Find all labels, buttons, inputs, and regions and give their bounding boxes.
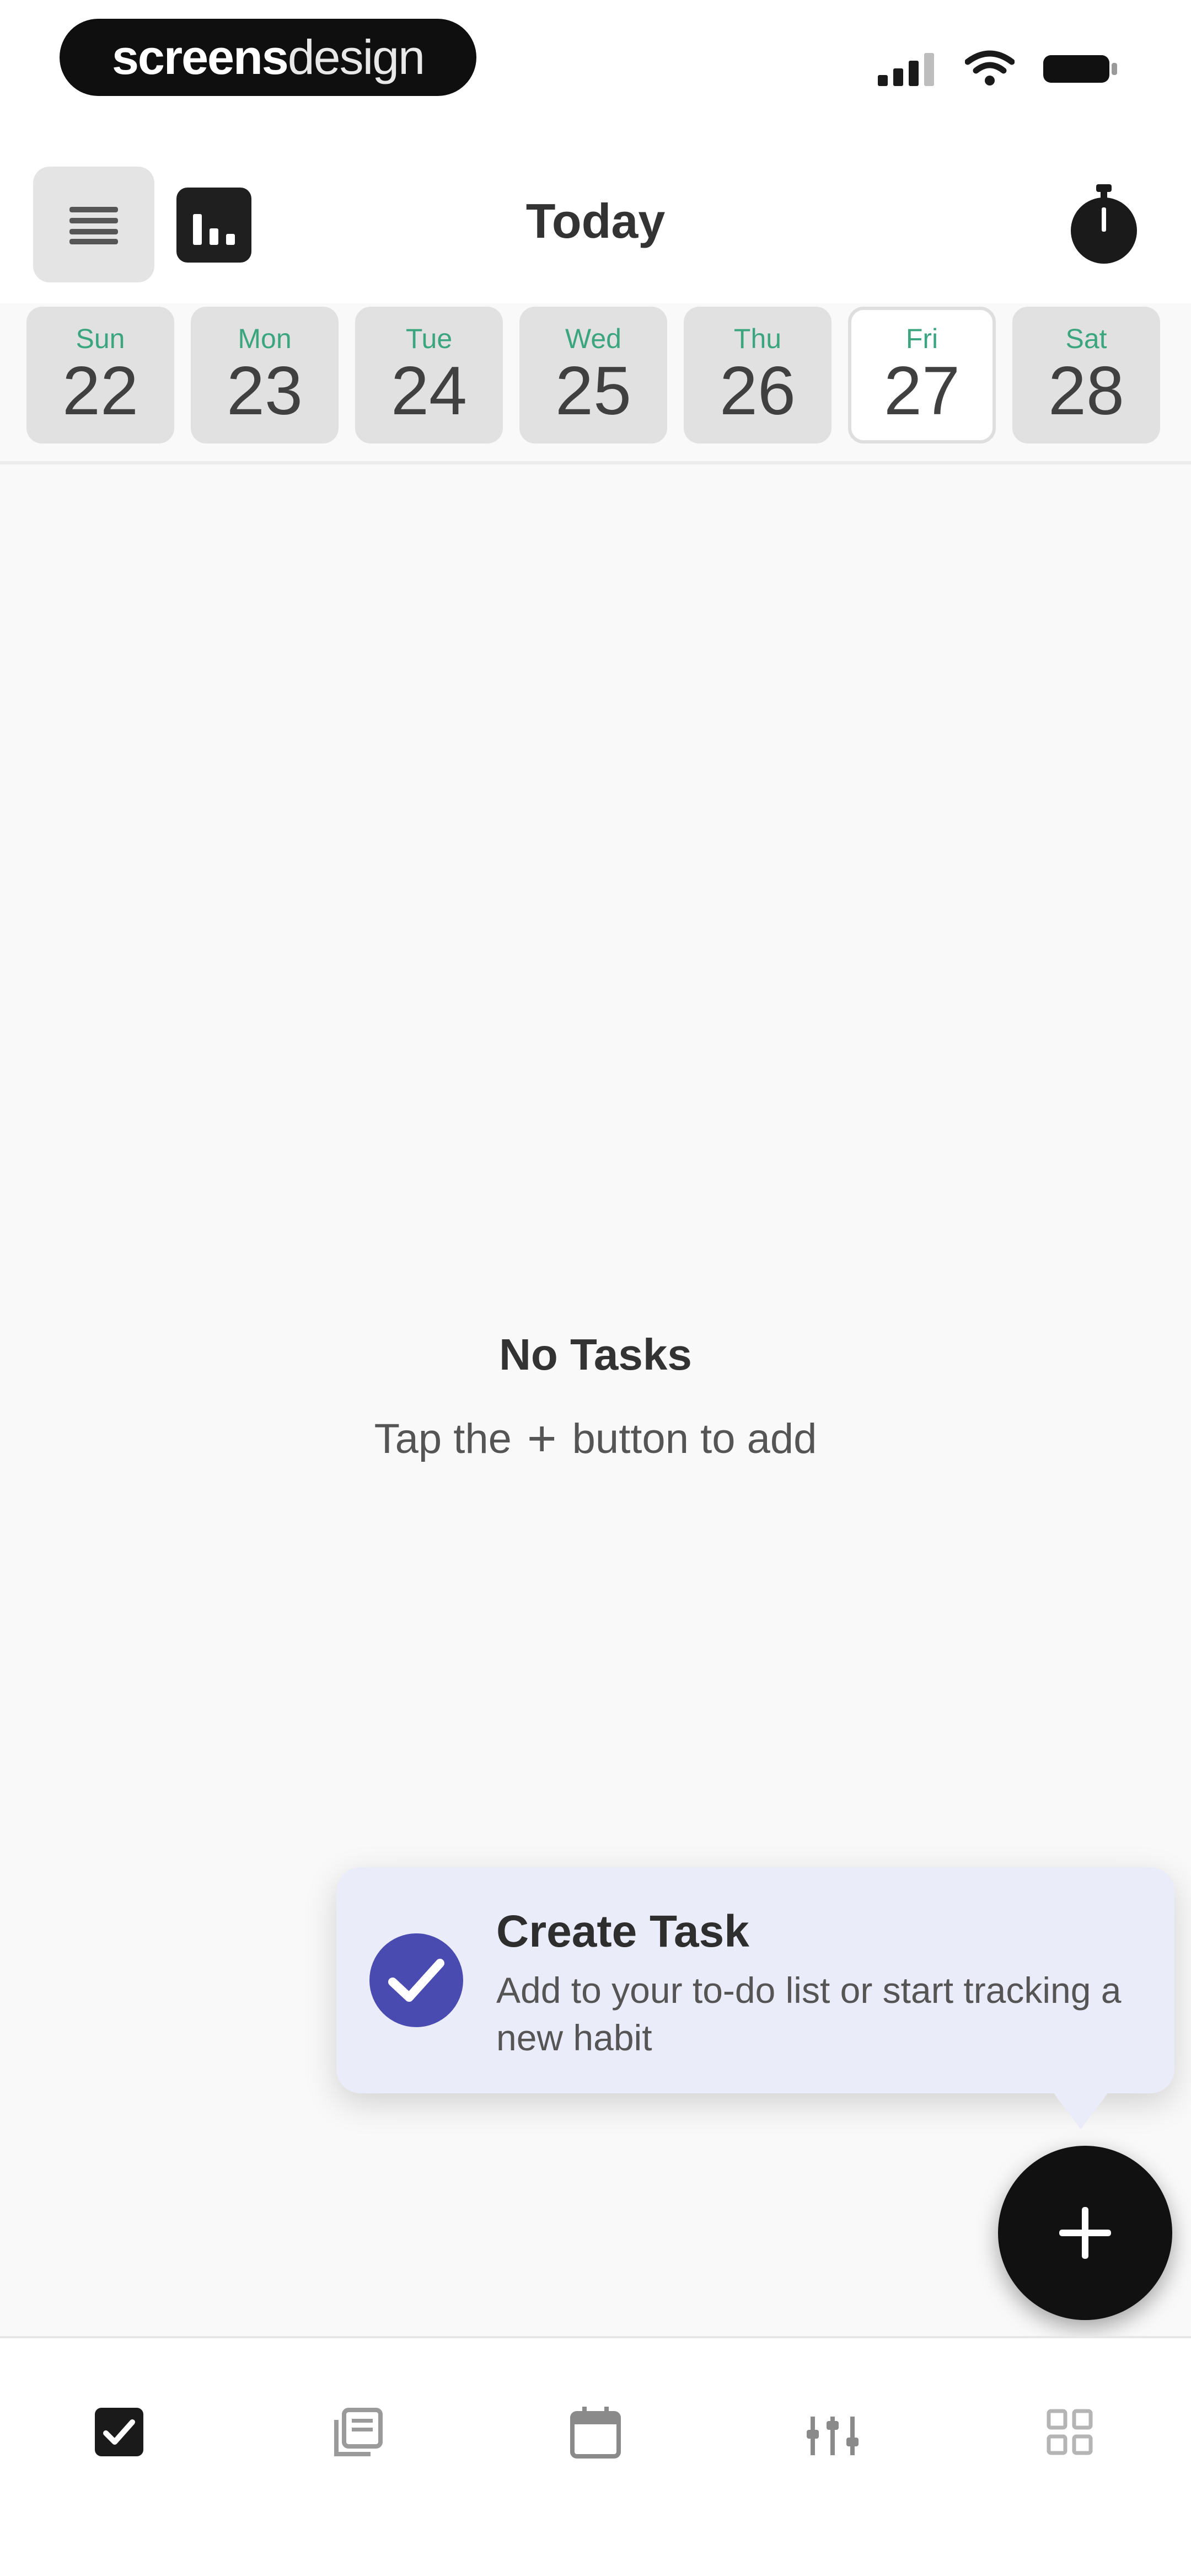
day-name: Mon [238,323,292,354]
tooltip-description: Add to your to-do list or start tracking… [496,1970,1122,2058]
wifi-icon [965,50,1015,85]
day-number: 24 [391,353,467,429]
day-thu[interactable]: Thu 26 [684,307,831,443]
top-toolbar: Today [0,116,1191,303]
nav-calendar[interactable] [562,2399,629,2465]
day-name: Sun [76,323,125,354]
grid-settings-icon [1047,2409,1093,2455]
divider [0,461,1191,464]
plus-icon: + [527,1410,557,1467]
day-tue[interactable]: Tue 24 [355,307,503,443]
day-number: 28 [1048,353,1124,429]
day-sun[interactable]: Sun 22 [26,307,174,443]
plus-icon [1059,2207,1111,2259]
day-name: Sat [1065,323,1107,354]
day-name: Thu [733,323,782,354]
stopwatch-icon[interactable] [1065,182,1142,265]
notes-icon [334,2408,383,2456]
day-number: 26 [720,353,796,429]
signal-icon [878,53,934,86]
nav-habits[interactable] [800,2399,866,2465]
nav-notes[interactable] [325,2399,391,2465]
battery-icon [1043,55,1117,83]
brand-logo-light: design [287,30,425,84]
create-task-tooltip[interactable]: Create Task Add to your to-do list or st… [336,1867,1174,2093]
status-icons [877,44,1119,94]
day-fri-selected[interactable]: Fri 27 [848,307,996,443]
day-wed[interactable]: Wed 25 [519,307,667,443]
day-number: 22 [62,353,138,429]
empty-state-title: No Tasks [499,1330,692,1379]
brand-logo-bold: screens [111,30,289,84]
tooltip-title: Create Task [496,1906,749,1957]
brand-logo: screens design [60,19,476,96]
day-name: Tue [405,323,453,354]
check-circle-icon [369,1933,463,2027]
day-number: 27 [884,353,960,429]
checkmark-icon [388,1959,444,2002]
sliders-icon [807,2417,859,2455]
page-title: Today [525,194,666,248]
checkbox-icon [95,2408,143,2456]
nav-tasks[interactable] [86,2399,152,2465]
day-mon[interactable]: Mon 23 [191,307,339,443]
week-strip: Sun 22 Mon 23 Tue 24 Wed 25 Thu 26 Fri 2… [26,307,1165,448]
status-bar: screens design [0,0,1191,116]
calendar-icon [570,2407,621,2459]
app-screen: screens design Today Sun 22 Mon 23 Tue 2… [0,0,1191,2576]
day-number: 25 [555,353,631,429]
empty-state-hint: Tap the + button to add [0,1413,1191,1464]
day-name: Fri [905,323,938,354]
day-name: Wed [565,323,621,354]
empty-hint-before: Tap the [374,1415,512,1462]
day-sat[interactable]: Sat 28 [1012,307,1160,443]
nav-settings[interactable] [1037,2399,1103,2465]
day-number: 23 [227,353,303,429]
empty-hint-after: button to add [572,1415,817,1462]
tooltip-pointer [1048,2085,1114,2129]
empty-state: No Tasks Tap the + button to add [0,1329,1191,1464]
bottom-navigation [0,2336,1191,2576]
add-task-button[interactable] [998,2146,1172,2320]
